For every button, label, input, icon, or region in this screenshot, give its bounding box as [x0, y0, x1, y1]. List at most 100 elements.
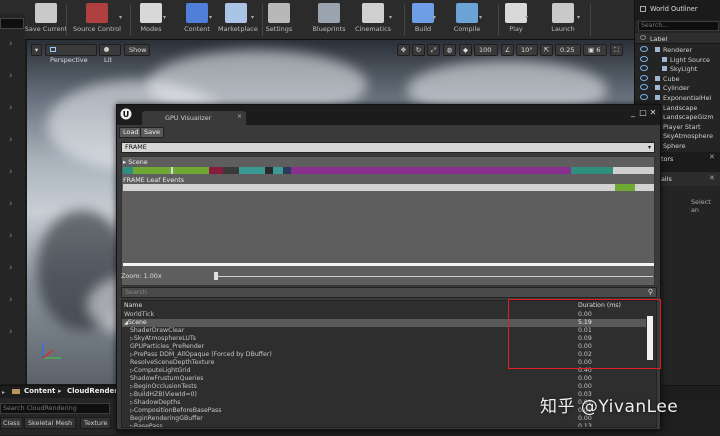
- toolbar-button-label: Cinematics: [354, 25, 392, 33]
- outliner-tab[interactable]: World Outliner: [635, 0, 720, 20]
- settings-button[interactable]: Settings: [264, 3, 294, 37]
- outliner-item[interactable]: Light Source: [635, 55, 720, 65]
- outliner-item[interactable]: Cylinder: [635, 83, 720, 93]
- content-search-input[interactable]: Search CloudRendering: [0, 403, 110, 414]
- outliner-item[interactable]: SkyLight: [635, 64, 720, 74]
- outliner-item[interactable]: Cube: [635, 74, 720, 84]
- content-icon: ▸: [2, 389, 6, 396]
- modes-search-input[interactable]: [0, 18, 24, 29]
- dropdown-arrow-icon[interactable]: ▾: [525, 14, 528, 21]
- close-icon[interactable]: ✕: [709, 153, 715, 161]
- lit-button[interactable]: Lit: [99, 44, 121, 64]
- timeline-view[interactable]: ▸ Scene FRAME Leaf Events: [121, 156, 655, 286]
- filter-texture[interactable]: Texture: [80, 417, 112, 429]
- surface-snap-icon[interactable]: ◆: [459, 44, 472, 56]
- gpu-search-input[interactable]: Search ⚲: [121, 287, 657, 298]
- show-button[interactable]: Show: [124, 44, 150, 56]
- rotation-snap-value[interactable]: 10°: [516, 44, 538, 56]
- visibility-eye-icon[interactable]: [640, 46, 648, 52]
- save-current-button[interactable]: Save Current: [24, 3, 68, 37]
- details-hint: Select an: [691, 198, 711, 214]
- cinematics-button[interactable]: Cinematics: [354, 3, 392, 37]
- panel-arrow-icon[interactable]: ›: [9, 167, 13, 177]
- rotate-icon[interactable]: ↻: [412, 44, 425, 56]
- zoom-slider-handle[interactable]: [214, 272, 218, 280]
- stats-row-label: Scene: [127, 319, 147, 326]
- scale-snap-icon[interactable]: ⇱: [540, 44, 553, 56]
- close-window-icon[interactable]: ✕: [648, 108, 658, 117]
- filter-skeletal-mesh[interactable]: Skeletal Mesh: [24, 417, 77, 429]
- compile-button[interactable]: Compile: [452, 3, 482, 37]
- stats-row[interactable]: ▷BeginOcclusionTests 0.00: [122, 383, 646, 391]
- dropdown-arrow-icon[interactable]: ▾: [389, 14, 392, 21]
- panel-arrow-icon[interactable]: ›: [9, 263, 13, 273]
- maximize-viewport-icon[interactable]: ⛶: [610, 44, 623, 56]
- dropdown-arrow-icon[interactable]: ▾: [163, 14, 166, 21]
- panel-arrow-icon[interactable]: ›: [9, 199, 13, 209]
- minimize-icon[interactable]: _: [628, 108, 638, 117]
- dropdown-arrow-icon[interactable]: ▾: [433, 14, 436, 21]
- maximize-icon[interactable]: □: [638, 108, 648, 117]
- panel-arrow-icon[interactable]: ›: [9, 231, 13, 241]
- stats-row[interactable]: ShadowFrustumQueries 0.00: [122, 375, 646, 383]
- marketplace-button[interactable]: Marketplace: [218, 3, 258, 37]
- actor-icon: [655, 47, 660, 52]
- gpu-visualizer-titlebar[interactable]: U GPU Visualizer ✕ _ □ ✕: [117, 105, 660, 125]
- scale-snap-value[interactable]: 0.25: [555, 44, 581, 56]
- panel-arrow-icon[interactable]: ›: [9, 135, 13, 145]
- save-button[interactable]: Save: [140, 127, 164, 138]
- grid-snap-size[interactable]: 100: [474, 44, 498, 56]
- camera-speed-button[interactable]: ▣ 6: [583, 44, 607, 56]
- outliner-item[interactable]: Renderer: [635, 45, 720, 55]
- gpu-visualizer-tab[interactable]: GPU Visualizer ✕: [142, 111, 246, 125]
- source-control-button[interactable]: Source Control: [72, 3, 122, 37]
- blueprints-button[interactable]: Blueprints: [312, 3, 346, 37]
- folder-icon: [12, 389, 20, 394]
- panel-arrow-icon[interactable]: ›: [9, 295, 13, 305]
- stats-row-label: ShadowFrustumQueries: [130, 375, 204, 382]
- launch-button[interactable]: Launch: [546, 3, 580, 37]
- breadcrumb-content[interactable]: Content: [24, 387, 55, 395]
- viewport-options-button[interactable]: ▾: [31, 44, 42, 56]
- dropdown-arrow-icon[interactable]: ▾: [251, 14, 254, 21]
- stats-row[interactable]: ▷BasePass 0.13: [122, 423, 646, 428]
- dropdown-arrow-icon[interactable]: ▾: [577, 14, 580, 21]
- outliner-search-input[interactable]: Search...: [638, 21, 719, 31]
- close-tab-icon[interactable]: ✕: [237, 113, 242, 120]
- timeline-bar: [571, 167, 613, 174]
- dropdown-arrow-icon[interactable]: ▾: [479, 14, 482, 21]
- modes-button[interactable]: Modes: [136, 3, 166, 37]
- rotation-snap-icon[interactable]: ∠: [501, 44, 514, 56]
- scale-icon[interactable]: ⤢: [427, 44, 440, 56]
- close-icon[interactable]: ✕: [709, 174, 715, 182]
- translate-icon[interactable]: ✥: [397, 44, 410, 56]
- visibility-eye-icon[interactable]: [640, 94, 648, 100]
- stats-row-duration: 0.13: [578, 423, 592, 428]
- visibility-eye-icon[interactable]: [640, 84, 648, 91]
- toolbar-button-label: Play: [509, 25, 523, 33]
- panel-arrow-icon[interactable]: ›: [9, 327, 13, 337]
- panel-arrow-icon[interactable]: ›: [9, 39, 13, 49]
- toolbar-button-label: Compile: [453, 25, 481, 33]
- search-icon: ⚲: [647, 288, 653, 296]
- dropdown-arrow-icon[interactable]: ▾: [119, 14, 122, 21]
- content-button[interactable]: Content: [182, 3, 212, 37]
- scene-track-bars[interactable]: [123, 167, 655, 175]
- visibility-eye-icon[interactable]: [640, 65, 648, 72]
- dropdown-arrow-icon[interactable]: ▾: [209, 14, 212, 21]
- filter-class[interactable]: Class: [0, 417, 23, 429]
- panel-arrow-icon[interactable]: ›: [9, 103, 13, 113]
- timeline-bar: [239, 167, 265, 174]
- panel-arrow-icon[interactable]: ›: [9, 71, 13, 81]
- blueprints-icon: [318, 3, 340, 23]
- frame-select[interactable]: FRAME ▾: [121, 142, 655, 153]
- leaf-events-bars[interactable]: [123, 184, 655, 192]
- zoom-slider-track[interactable]: [215, 276, 653, 277]
- outliner-item[interactable]: ExponentialHei: [635, 93, 720, 103]
- visibility-eye-icon[interactable]: [640, 74, 648, 81]
- perspective-button[interactable]: Perspective: [45, 44, 97, 64]
- stats-row-label: SkyAtmosphereLUTs: [133, 335, 196, 342]
- world-icon[interactable]: ◍: [443, 44, 456, 56]
- timeline-scrollbar[interactable]: [123, 263, 654, 266]
- visibility-eye-icon[interactable]: [640, 55, 648, 62]
